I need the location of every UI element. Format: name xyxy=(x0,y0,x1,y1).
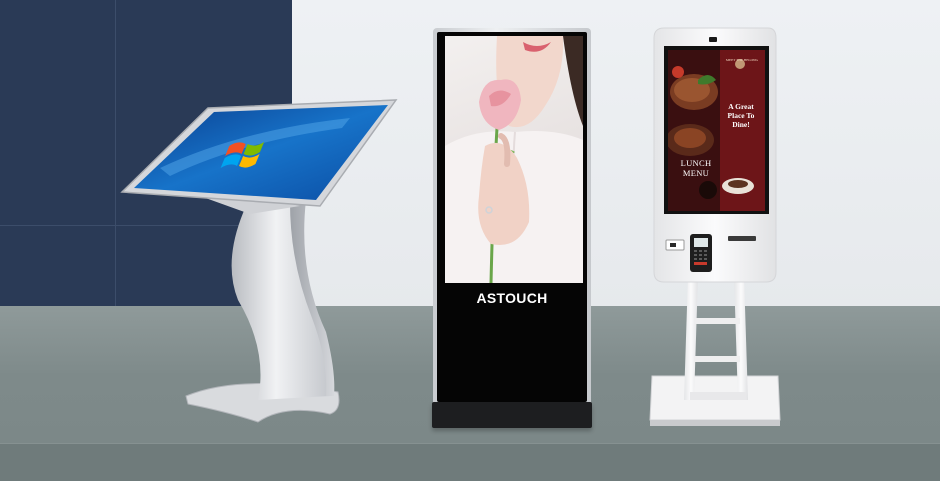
receipt-printer-slot xyxy=(728,236,756,241)
kiosk-crossbar xyxy=(690,392,746,400)
coffee-beans xyxy=(699,181,717,199)
camera-icon xyxy=(709,37,717,42)
kiosk-menu-screen xyxy=(668,50,765,211)
dish-top xyxy=(674,128,706,148)
kiosk-base-edge xyxy=(650,420,780,426)
kiosk-self-order xyxy=(649,27,781,426)
menu-greeting-text: A Great Place To Dine! xyxy=(727,102,755,129)
card-slot-icon xyxy=(670,243,676,247)
menu-screen-art xyxy=(668,50,765,211)
coffee xyxy=(728,180,748,188)
menu-title-text: LUNCH MENU xyxy=(680,158,712,178)
tomato xyxy=(672,66,684,78)
kiosk-crossbar xyxy=(694,318,740,324)
payment-terminal-display xyxy=(694,238,708,247)
kiosk-crossbar xyxy=(694,356,740,362)
menu-header-text: MEET THE BELONG xyxy=(725,58,759,62)
